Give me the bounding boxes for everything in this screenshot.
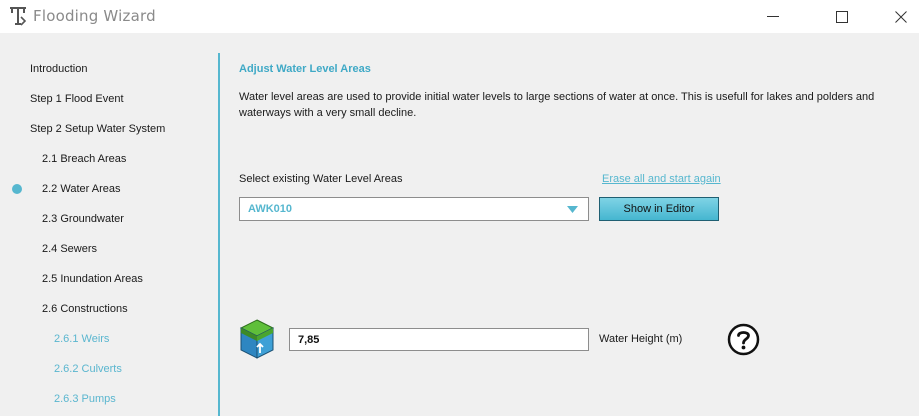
sidebar-item-setup-water-system[interactable]: Step 2 Setup Water System: [30, 123, 165, 135]
sidebar-item-weirs[interactable]: 2.6.1 Weirs: [54, 333, 109, 345]
help-icon[interactable]: [727, 323, 760, 356]
maximize-icon: [836, 10, 848, 23]
tygron-logo-icon: [10, 7, 27, 26]
minimize-button[interactable]: [750, 0, 796, 33]
sidebar-item-groundwater[interactable]: 2.3 Groundwater: [42, 213, 124, 225]
show-in-editor-button[interactable]: Show in Editor: [599, 197, 719, 221]
sidebar-divider: [218, 53, 220, 416]
sidebar-item-culverts[interactable]: 2.6.2 Culverts: [54, 363, 122, 375]
chevron-down-icon: [567, 206, 578, 213]
sidebar-item-water-areas[interactable]: 2.2 Water Areas: [42, 183, 120, 195]
title-bar: Flooding Wizard: [0, 0, 919, 33]
close-button[interactable]: [878, 0, 919, 33]
water-height-value: 7,85: [298, 334, 320, 346]
sidebar-item-introduction[interactable]: Introduction: [30, 63, 87, 75]
dropdown-selected-value: AWK010: [248, 203, 293, 215]
sidebar-item-sewers[interactable]: 2.4 Sewers: [42, 243, 97, 255]
sidebar-item-pumps[interactable]: 2.6.3 Pumps: [54, 393, 116, 405]
active-step-indicator: [12, 184, 22, 194]
page-title: Adjust Water Level Areas: [239, 63, 371, 75]
select-areas-label: Select existing Water Level Areas: [239, 173, 403, 185]
sidebar-item-inundation-areas[interactable]: 2.5 Inundation Areas: [42, 273, 143, 285]
water-height-input[interactable]: 7,85: [289, 328, 589, 351]
close-icon: [895, 10, 907, 23]
water-level-cube-icon: [239, 319, 275, 359]
window-title: Flooding Wizard: [33, 7, 156, 25]
sidebar-item-constructions[interactable]: 2.6 Constructions: [42, 303, 128, 315]
erase-all-link[interactable]: Erase all and start again: [602, 173, 721, 185]
sidebar-item-breach-areas[interactable]: 2.1 Breach Areas: [42, 153, 126, 165]
water-level-area-dropdown[interactable]: AWK010: [239, 197, 589, 221]
maximize-button[interactable]: [819, 0, 865, 33]
minimize-icon: [767, 15, 779, 17]
page-description: Water level areas are used to provide in…: [239, 91, 875, 119]
water-height-label: Water Height (m): [599, 333, 683, 345]
sidebar-item-flood-event[interactable]: Step 1 Flood Event: [30, 93, 124, 105]
